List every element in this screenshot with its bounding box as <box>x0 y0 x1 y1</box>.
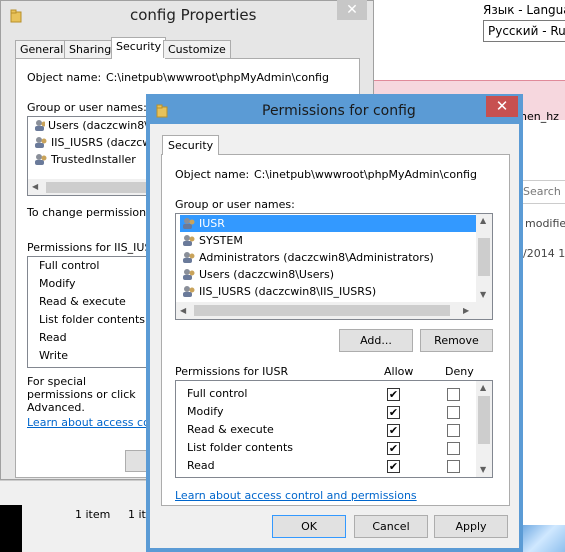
object-name-label: Object name: <box>27 71 102 84</box>
date-cell: /2014 1: <box>523 247 565 260</box>
remove-button[interactable]: Remove <box>420 329 493 352</box>
list-item-users[interactable]: Users (daczcwin8\Users) <box>180 266 476 283</box>
deny-column-header: Deny <box>445 365 474 378</box>
scrollbar-thumb[interactable] <box>194 305 450 316</box>
list-item[interactable]: TrustedInstaller <box>28 151 156 168</box>
config-close-button[interactable]: ✕ <box>337 0 367 20</box>
access-control-link[interactable]: Learn about access contr <box>27 416 166 429</box>
tab-general[interactable]: General <box>15 40 69 58</box>
scrollbar-thumb[interactable] <box>478 396 490 444</box>
permission-row: Modify <box>39 277 76 290</box>
user-label: IUSR <box>199 217 225 230</box>
folder-icon <box>156 104 168 118</box>
scrollbar-thumb[interactable] <box>478 238 490 276</box>
deny-checkbox[interactable] <box>447 460 460 473</box>
users-icon <box>183 218 195 229</box>
config-window-title: config Properties <box>130 6 257 24</box>
list-item-iusr[interactable]: IUSR <box>180 215 476 232</box>
scroll-down-icon[interactable]: ▼ <box>480 465 486 474</box>
deny-checkbox[interactable] <box>447 388 460 401</box>
user-label: SYSTEM <box>199 234 243 247</box>
scroll-up-icon[interactable]: ▲ <box>480 383 486 392</box>
close-button[interactable]: ✕ <box>486 96 518 117</box>
users-icon <box>183 252 195 263</box>
permissions-for-label: Permissions for IUSR <box>175 365 289 378</box>
permissions-table: Full control ✔ Modify ✔ Read & execute ✔… <box>175 380 493 478</box>
permissions-for-label: Permissions for IIS_IUSR <box>27 241 160 254</box>
deny-checkbox[interactable] <box>447 424 460 437</box>
scroll-left-icon[interactable]: ◀ <box>32 182 38 191</box>
permission-name: List folder contents <box>187 441 293 454</box>
scroll-right-icon[interactable]: ▶ <box>463 306 469 315</box>
users-icon <box>183 286 195 297</box>
scroll-left-icon[interactable]: ◀ <box>180 306 186 315</box>
permission-name: Full control <box>187 387 248 400</box>
users-icon <box>35 137 47 148</box>
group-user-list[interactable]: Users (daczcwin8\U IIS_IUSRS (daczcw Tru… <box>27 116 157 196</box>
scrollbar-thumb[interactable] <box>46 182 156 193</box>
user-label: IIS_IUSRS (daczcw <box>51 136 152 149</box>
language-select[interactable]: Русский - Ru <box>483 20 565 42</box>
modified-column-header: modifie <box>525 217 565 230</box>
permission-row: Read & execute <box>39 295 126 308</box>
change-permissions-text: To change permissions, c <box>27 206 165 219</box>
access-control-link[interactable]: Learn about access control and permissio… <box>175 489 417 502</box>
users-icon <box>183 235 195 246</box>
scroll-up-icon[interactable]: ▲ <box>480 216 486 225</box>
permission-row: List folder contents <box>39 313 145 326</box>
allow-column-header: Allow <box>384 365 414 378</box>
apply-button[interactable]: Apply <box>434 515 508 538</box>
permission-name: Read & execute <box>187 423 274 436</box>
list-item-iis-iusrs[interactable]: IIS_IUSRS (daczcwin8\IIS_IUSRS) <box>180 283 476 300</box>
user-label: Administrators (daczcwin8\Administrators… <box>199 251 434 264</box>
scroll-down-icon[interactable]: ▼ <box>480 290 486 299</box>
allow-checkbox[interactable]: ✔ <box>387 388 400 401</box>
permission-row: Full control <box>39 259 100 272</box>
status-item-count: 1 item <box>75 508 111 521</box>
alert-text: nen_hz <box>520 110 559 123</box>
deny-checkbox[interactable] <box>447 406 460 419</box>
permissions-dialog-title: Permissions for config <box>262 103 416 119</box>
permission-name: Modify <box>187 405 224 418</box>
user-label: IIS_IUSRS (daczcwin8\IIS_IUSRS) <box>199 285 377 298</box>
permissions-list: Full control Modify Read & execute List … <box>27 256 157 368</box>
search-input[interactable]: Search p <box>518 180 565 204</box>
users-icon <box>35 120 46 131</box>
list-item-administrators[interactable]: Administrators (daczcwin8\Administrators… <box>180 249 476 266</box>
deny-checkbox[interactable] <box>447 442 460 455</box>
language-label: Язык - Langua <box>483 3 565 17</box>
ok-button[interactable]: OK <box>272 515 346 538</box>
tab-security[interactable]: Security <box>111 37 167 59</box>
cancel-button[interactable]: Cancel <box>354 515 428 538</box>
permission-row: Write <box>39 349 69 362</box>
user-label: TrustedInstaller <box>51 153 136 166</box>
users-icon <box>35 154 47 165</box>
allow-checkbox[interactable]: ✔ <box>387 406 400 419</box>
add-button[interactable]: Add... <box>339 329 413 352</box>
users-icon <box>183 269 195 280</box>
tab-sharing[interactable]: Sharing <box>64 40 117 58</box>
allow-checkbox[interactable]: ✔ <box>387 424 400 437</box>
object-name-label: Object name: <box>175 168 250 181</box>
tab-security[interactable]: Security <box>162 135 220 155</box>
dark-panel <box>0 505 22 552</box>
folder-icon <box>10 9 22 23</box>
list-item[interactable]: Users (daczcwin8\U <box>28 117 156 134</box>
allow-checkbox[interactable]: ✔ <box>387 460 400 473</box>
list-item-system[interactable]: SYSTEM <box>180 232 476 249</box>
permission-name: Read <box>187 459 215 472</box>
special-permissions-text: For special permissions or click Advance… <box>27 375 136 414</box>
tab-customize[interactable]: Customize <box>163 40 231 58</box>
permission-row: Read <box>39 331 67 344</box>
list-item[interactable]: IIS_IUSRS (daczcw <box>28 134 156 151</box>
status-item-count-2: 1 it <box>128 508 146 521</box>
object-name-value: C:\inetpub\wwwroot\phpMyAdmin\config <box>106 71 329 84</box>
allow-checkbox[interactable]: ✔ <box>387 442 400 455</box>
user-label: Users (daczcwin8\U <box>48 119 156 132</box>
group-label: Group or user names: <box>27 101 147 114</box>
group-label: Group or user names: <box>175 198 295 211</box>
wallpaper-corner <box>520 525 565 552</box>
object-name-value: C:\inetpub\wwwroot\phpMyAdmin\config <box>254 168 477 181</box>
user-label: Users (daczcwin8\Users) <box>199 268 335 281</box>
